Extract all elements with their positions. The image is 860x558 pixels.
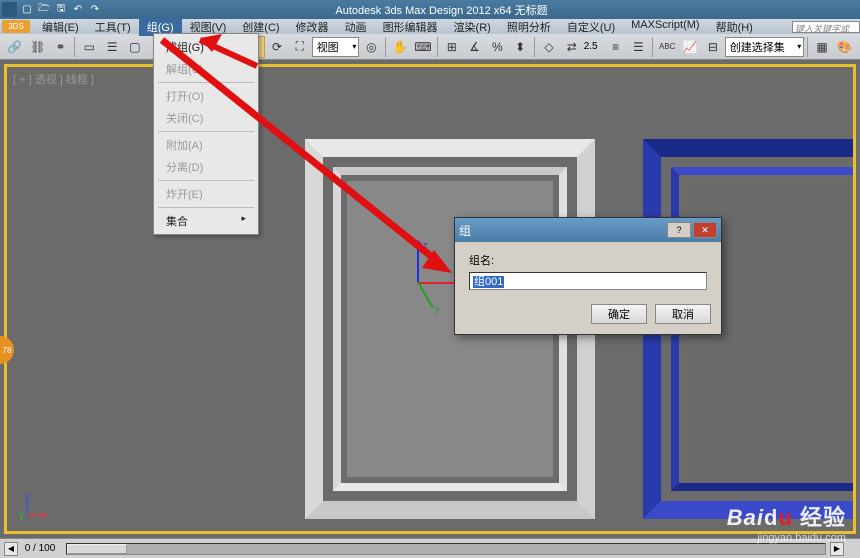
group-name-label: 组名: [469,252,707,268]
menu-bar: 3DS 编辑(E)工具(T)组(G)视图(V)创建(C)修改器动画图形编辑器渲染… [0,19,860,34]
timeline-thumb[interactable] [67,544,127,554]
cancel-button[interactable]: 取消 [655,304,711,324]
menu-修改器[interactable]: 修改器 [288,18,337,36]
watermark-logo: Baidu 经验 [727,500,846,532]
group-menu-item: 打开(O) [154,85,258,107]
curve-editor-icon[interactable]: 📈 [679,36,701,58]
group-menu-item: 附加(A) [154,134,258,156]
named-sel-icon[interactable]: ◇ [538,36,560,58]
spinner-snap-icon[interactable]: ⬍ [509,36,531,58]
watermark: Baidu 经验 jingyan.baidu.com [727,500,846,544]
menu-照明分析[interactable]: 照明分析 [499,18,559,36]
undo-icon[interactable]: ↶ [70,3,86,17]
main-toolbar: 🔗 ⛓ ⚭ ▭ ☰ ▢ ◫ 全部 ↖ ✥ ⟳ ⛶ 视图 ◎ ✋ ⌨ ⊞ ∡ % … [0,34,860,60]
angle-snap-icon[interactable]: ∡ [464,36,486,58]
group-menu-item[interactable]: 集合 [154,210,258,232]
selection-region-icon[interactable]: ▢ [124,36,146,58]
timeline-prev-icon[interactable]: ◀ [4,542,18,556]
group-menu-item: 解组(U) [154,58,258,80]
manipulate-icon[interactable]: ✋ [389,36,411,58]
ok-button[interactable]: 确定 [591,304,647,324]
scale-icon[interactable]: ⛶ [289,36,311,58]
search-input[interactable]: 键入关键字或短 [792,21,860,33]
group-dialog: 组 ? ✕ 组名: 组001 确定 取消 [454,217,722,335]
material-icon[interactable]: ▦ [811,36,833,58]
new-icon[interactable]: ▢ [19,3,35,17]
app-logo[interactable]: 3DS [2,20,30,33]
menu-工具T[interactable]: 工具(T) [87,18,139,36]
schematic-icon[interactable]: ⊟ [702,36,724,58]
align-icon[interactable]: ≡ [605,36,627,58]
select-name-icon[interactable]: ☰ [101,36,123,58]
group-menu: 成组(G)解组(U) 打开(O)关闭(C) 附加(A)分离(D) 炸开(E) 集合 [153,33,259,235]
title-bar: ▢ 🗁 🖫 ↶ ↷ Autodesk 3ds Max Design 2012 x… [0,0,860,19]
spinner-value[interactable]: 2.5 [584,41,604,52]
group-menu-item: 分离(D) [154,156,258,178]
save-icon[interactable]: 🖫 [53,3,69,17]
menu-渲染R[interactable]: 渲染(R) [446,18,499,36]
menu-编辑E[interactable]: 编辑(E) [34,18,87,36]
mirror-icon[interactable]: ⇄ [561,36,583,58]
pivot-icon[interactable]: ◎ [360,36,382,58]
refcoord-dropdown[interactable]: 视图 [312,37,360,57]
rotate-icon[interactable]: ⟳ [266,36,288,58]
viewport[interactable]: [ + ] 透视 ] 线框 ] z x y z x y [4,64,856,534]
keyboard-shortcut-icon[interactable]: ⌨ [412,36,434,58]
quick-access-toolbar: ▢ 🗁 🖫 ↶ ↷ [19,3,103,17]
timeline-track[interactable] [66,543,826,555]
window-title: Autodesk 3ds Max Design 2012 x64 无标题 [103,2,780,18]
redo-icon[interactable]: ↷ [87,3,103,17]
abc-icon[interactable]: ABC [656,36,678,58]
link-icon[interactable]: 🔗 [4,36,26,58]
percent-snap-icon[interactable]: % [486,36,508,58]
menu-动画[interactable]: 动画 [337,18,375,36]
menu-MAXScriptM[interactable]: MAXScript(M) [623,18,707,36]
group-name-input[interactable]: 组001 [469,272,707,290]
group-menu-item: 关闭(C) [154,107,258,129]
menu-自定义U[interactable]: 自定义(U) [559,18,623,36]
close-icon[interactable]: ✕ [693,222,717,238]
menu-帮助H[interactable]: 帮助(H) [708,18,761,36]
group-menu-item: 炸开(E) [154,183,258,205]
menu-图形编辑器[interactable]: 图形编辑器 [375,18,446,36]
timeline: ◀ 0 / 100 ▶ [0,542,848,556]
watermark-url: jingyan.baidu.com [727,532,846,544]
unlink-icon[interactable]: ⛓ [27,36,49,58]
help-icon[interactable]: ? [667,222,691,238]
layers-icon[interactable]: ☰ [628,36,650,58]
dialog-title: 组 [459,222,667,239]
app-icon[interactable] [2,2,17,17]
select-icon[interactable]: ▭ [78,36,100,58]
timeline-position: 0 / 100 [18,543,62,554]
group-menu-item[interactable]: 成组(G) [154,36,258,58]
open-icon[interactable]: 🗁 [36,3,52,17]
render-icon[interactable]: 🎨 [834,36,856,58]
snap-icon[interactable]: ⊞ [441,36,463,58]
viewport-label[interactable]: [ + ] 透视 ] 线框 ] [13,71,94,87]
bind-icon[interactable]: ⚭ [50,36,72,58]
dialog-titlebar[interactable]: 组 ? ✕ [455,218,721,242]
selection-set-dropdown[interactable]: 创建选择集 [725,37,804,57]
